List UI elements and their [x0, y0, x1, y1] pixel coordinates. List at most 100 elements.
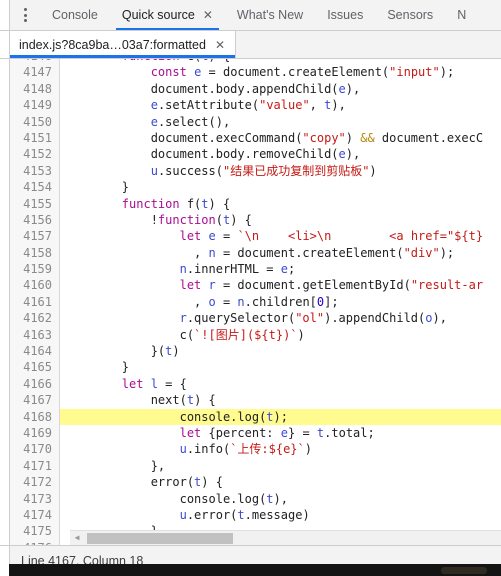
- line-number[interactable]: 4147: [10, 64, 60, 81]
- code-line[interactable]: 4147 const e = document.createElement("i…: [10, 64, 501, 81]
- code-text[interactable]: }: [60, 359, 501, 375]
- code-line[interactable]: 4162 r.querySelector("ol").appendChild(o…: [10, 310, 501, 327]
- code-text[interactable]: const e = document.createElement("input"…: [60, 64, 501, 80]
- line-number[interactable]: 4175: [10, 523, 60, 540]
- code-text[interactable]: r.querySelector("ol").appendChild(o),: [60, 310, 501, 326]
- code-line[interactable]: 4159 n.innerHTML = e;: [10, 261, 501, 278]
- code-line[interactable]: 4163 c(`![图片](${t})`): [10, 326, 501, 344]
- code-text[interactable]: c(`![图片](${t})`): [60, 327, 501, 343]
- code-line[interactable]: 4151 document.execCommand("copy") && doc…: [10, 129, 501, 147]
- code-line[interactable]: 4157 let e = `\n <li>\n <a href="${t}: [10, 228, 501, 245]
- code-line[interactable]: 4160 let r = document.getElementById("re…: [10, 277, 501, 294]
- line-number[interactable]: 4158: [10, 244, 60, 262]
- code-line[interactable]: 4171 },: [10, 457, 501, 475]
- line-number[interactable]: 4172: [10, 474, 60, 491]
- code-text[interactable]: document.body.removeChild(e),: [60, 146, 501, 162]
- code-text[interactable]: error(t) {: [60, 474, 501, 490]
- close-icon[interactable]: ✕: [203, 9, 213, 21]
- line-number[interactable]: 4163: [10, 326, 60, 344]
- code-line[interactable]: 4158 , n = document.createElement("div")…: [10, 244, 501, 262]
- code-text[interactable]: next(t) {: [60, 392, 501, 408]
- code-text[interactable]: u.info(`上传:${e}`): [60, 441, 501, 457]
- code-line[interactable]: 4174 u.error(t.message): [10, 506, 501, 524]
- code-text[interactable]: u.error(t.message): [60, 507, 501, 523]
- line-number[interactable]: 4148: [10, 80, 60, 98]
- line-number[interactable]: 4165: [10, 359, 60, 376]
- tab-issues[interactable]: Issues: [315, 0, 375, 30]
- line-number[interactable]: 4170: [10, 441, 60, 458]
- code-text[interactable]: e.select(),: [60, 114, 501, 130]
- line-number[interactable]: 4167: [10, 392, 60, 409]
- line-number[interactable]: 4155: [10, 195, 60, 212]
- code-line[interactable]: 4150 e.select(),: [10, 113, 501, 130]
- line-number[interactable]: 4168: [10, 408, 60, 425]
- code-text[interactable]: let e = `\n <li>\n <a href="${t}: [60, 228, 501, 244]
- code-viewport[interactable]: 4146 function c(t) {4147 const e = docum…: [10, 59, 501, 545]
- tab-sensors[interactable]: Sensors: [375, 0, 445, 30]
- code-text[interactable]: function f(t) {: [60, 196, 501, 212]
- code-line[interactable]: 4169 let {percent: e} = t.total;: [10, 424, 501, 442]
- code-line[interactable]: 4165 }: [10, 359, 501, 376]
- code-line[interactable]: 4156 !function(t) {: [10, 211, 501, 229]
- code-line[interactable]: 4161 , o = n.children[0];: [10, 293, 501, 311]
- code-text[interactable]: console.log(t);: [60, 408, 501, 425]
- line-number[interactable]: 4152: [10, 146, 60, 163]
- line-number[interactable]: 4150: [10, 113, 60, 130]
- code-text[interactable]: n.innerHTML = e;: [60, 261, 501, 277]
- scrollbar-track[interactable]: [84, 531, 501, 545]
- code-text[interactable]: document.body.appendChild(e),: [60, 81, 501, 97]
- code-text[interactable]: console.log(t),: [60, 491, 501, 507]
- code-line[interactable]: 4172 error(t) {: [10, 474, 501, 491]
- line-number[interactable]: 4173: [10, 490, 60, 507]
- code-text[interactable]: , n = document.createElement("div");: [60, 245, 501, 261]
- line-number[interactable]: 4162: [10, 310, 60, 327]
- code-line[interactable]: 4154 }: [10, 179, 501, 196]
- line-number[interactable]: 4176: [10, 539, 60, 545]
- line-number[interactable]: 4171: [10, 457, 60, 475]
- code-line[interactable]: 4153 u.success("结果已成功复制到剪贴板"): [10, 162, 501, 180]
- line-number[interactable]: 4157: [10, 228, 60, 245]
- tab-console[interactable]: Console: [40, 0, 110, 30]
- code-text[interactable]: let l = {: [60, 376, 501, 392]
- code-line[interactable]: 4155 function f(t) {: [10, 195, 501, 212]
- line-number[interactable]: 4174: [10, 506, 60, 524]
- line-number[interactable]: 4159: [10, 261, 60, 278]
- code-text[interactable]: , o = n.children[0];: [60, 294, 501, 310]
- line-number[interactable]: 4166: [10, 375, 60, 393]
- kebab-menu-icon[interactable]: [10, 0, 40, 30]
- code-text[interactable]: document.execCommand("copy") && document…: [60, 130, 501, 146]
- code-text[interactable]: let r = document.getElementById("result-…: [60, 277, 501, 293]
- code-line[interactable]: 4173 console.log(t),: [10, 490, 501, 507]
- scrollbar-thumb[interactable]: [87, 533, 233, 544]
- tab-network-conditions[interactable]: N: [445, 0, 478, 30]
- code-text[interactable]: !function(t) {: [60, 212, 501, 228]
- code-line[interactable]: 4166 let l = {: [10, 375, 501, 393]
- scroll-left-arrow-icon[interactable]: ◀: [70, 531, 84, 545]
- line-number[interactable]: 4154: [10, 179, 60, 196]
- code-text[interactable]: }: [60, 179, 501, 195]
- tab-whats-new[interactable]: What's New: [225, 0, 315, 30]
- line-number[interactable]: 4169: [10, 424, 60, 442]
- line-number[interactable]: 4151: [10, 129, 60, 147]
- code-line[interactable]: 4167 next(t) {: [10, 392, 501, 409]
- line-number[interactable]: 4149: [10, 97, 60, 114]
- line-number[interactable]: 4161: [10, 293, 60, 311]
- tab-quick-source[interactable]: Quick source ✕: [110, 0, 225, 30]
- code-line[interactable]: 4170 u.info(`上传:${e}`): [10, 441, 501, 458]
- line-number[interactable]: 4153: [10, 162, 60, 180]
- code-text[interactable]: u.success("结果已成功复制到剪贴板"): [60, 163, 501, 179]
- code-line[interactable]: 4149 e.setAttribute("value", t),: [10, 97, 501, 114]
- code-line[interactable]: 4148 document.body.appendChild(e),: [10, 80, 501, 98]
- code-line[interactable]: 4168 console.log(t);: [10, 408, 501, 425]
- file-tab-index-js[interactable]: index.js?8ca9ba…03a7:formatted ✕: [10, 31, 236, 58]
- code-text[interactable]: e.setAttribute("value", t),: [60, 97, 501, 113]
- close-icon[interactable]: ✕: [215, 39, 225, 51]
- code-line[interactable]: 4164 }(t): [10, 343, 501, 360]
- line-number[interactable]: 4164: [10, 343, 60, 360]
- code-text[interactable]: },: [60, 458, 501, 474]
- code-text[interactable]: }(t): [60, 343, 501, 359]
- code-text[interactable]: let {percent: e} = t.total;: [60, 425, 501, 441]
- code-line[interactable]: 4152 document.body.removeChild(e),: [10, 146, 501, 163]
- horizontal-scrollbar[interactable]: ◀: [70, 530, 501, 545]
- line-number[interactable]: 4156: [10, 211, 60, 229]
